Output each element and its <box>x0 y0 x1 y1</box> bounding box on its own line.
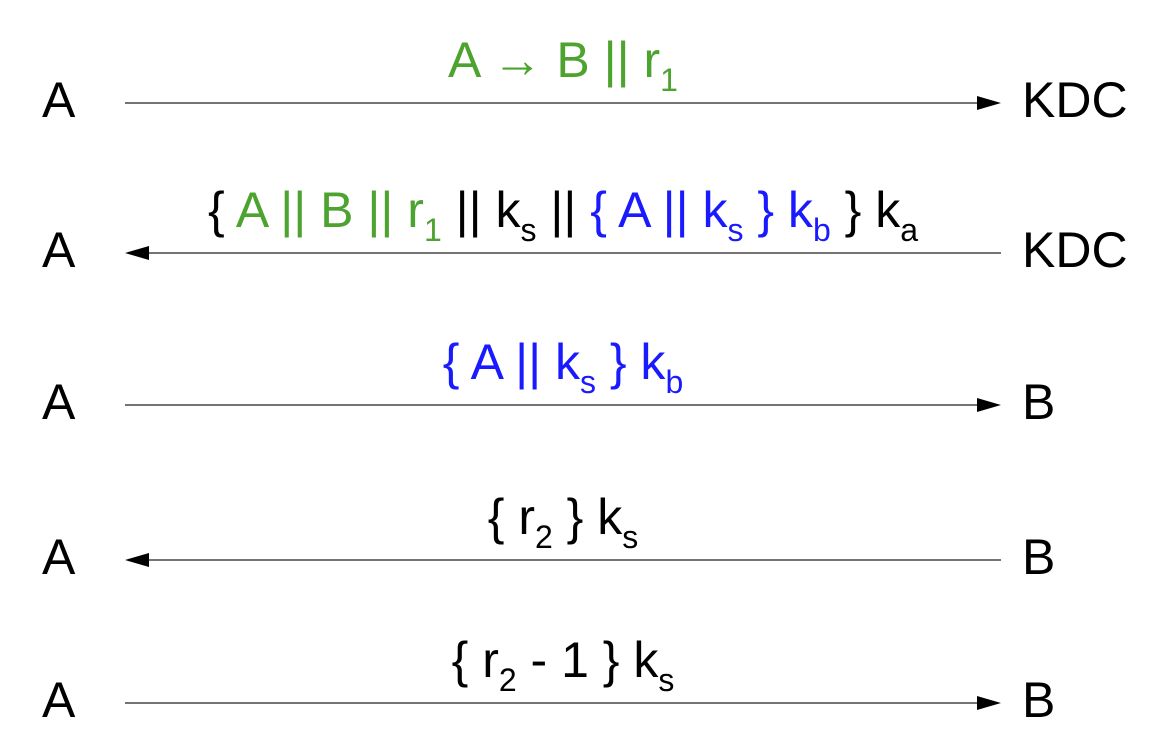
sender-label: A <box>42 222 76 278</box>
message-segment: A || B || r1 <box>235 182 442 246</box>
arrow-right <box>125 96 1001 110</box>
message-segment: { A || ks <box>590 182 743 246</box>
message-segment: } kb <box>595 334 683 398</box>
receiver-label: B <box>1022 529 1056 585</box>
segment-text: A || B || r <box>235 182 424 238</box>
arrow-left <box>125 553 1001 567</box>
message-label: { r2 } ks <box>125 489 1001 553</box>
subscript: s <box>520 212 537 248</box>
subscript: 2 <box>534 519 553 555</box>
subscript: 1 <box>660 62 678 98</box>
subscript: s <box>658 662 675 698</box>
arrow-left <box>125 246 1001 260</box>
segment-text: || k <box>441 182 521 238</box>
segment-text: || <box>536 182 591 238</box>
sender-label: A <box>42 529 76 585</box>
message-segment: { r2 <box>451 632 517 696</box>
segment-text: { r <box>451 632 499 688</box>
subscript: 1 <box>423 212 442 248</box>
message-segment: { A || ks <box>442 334 596 398</box>
segment-text: { r <box>487 489 535 545</box>
message-segment: A → B || r1 <box>448 32 678 96</box>
message-segment: - 1 } ks <box>516 632 675 696</box>
arrowhead-icon <box>125 553 149 567</box>
message-label: { A || ks } kb <box>125 334 1001 398</box>
arrowhead-icon <box>977 398 1001 412</box>
segment-text: - 1 } k <box>516 632 659 688</box>
message-segment: } ka <box>830 182 918 246</box>
subscript: a <box>900 212 919 248</box>
segment-text: { A || k <box>442 334 580 390</box>
subscript: s <box>727 212 744 248</box>
subscript: b <box>812 212 831 248</box>
subscript: s <box>579 364 596 400</box>
subscript: s <box>622 519 639 555</box>
segment-text: } k <box>830 182 901 238</box>
message-label: { r2 - 1 } ks <box>125 632 1001 696</box>
message-label: { A || B || r1 || ks || { A || ks } kb }… <box>125 182 1001 246</box>
segment-text: A → B || r <box>448 32 661 88</box>
sender-label: A <box>42 672 76 728</box>
message-segment: } ks <box>552 489 639 553</box>
subscript: b <box>665 364 684 400</box>
message-segment: || ks <box>441 182 537 246</box>
sender-label: A <box>42 72 76 128</box>
message-segment: } kb <box>743 182 830 246</box>
segment-text: } k <box>595 334 666 390</box>
arrowhead-icon <box>977 696 1001 710</box>
message-segment: { r2 <box>487 489 553 553</box>
subscript: 2 <box>498 662 517 698</box>
sender-label: A <box>42 374 76 430</box>
arrow-right <box>125 398 1001 412</box>
arrow-right <box>125 696 1001 710</box>
segment-text: } k <box>552 489 623 545</box>
receiver-label: KDC <box>1022 222 1128 278</box>
message-segment: { <box>208 182 236 238</box>
receiver-label: B <box>1022 374 1056 430</box>
arrowhead-icon <box>977 96 1001 110</box>
receiver-label: KDC <box>1022 72 1128 128</box>
message-label: A → B || r1 <box>125 32 1001 96</box>
segment-text: { <box>207 182 236 238</box>
arrowhead-icon <box>125 246 149 260</box>
segment-text: { A || k <box>590 182 728 238</box>
segment-text: } k <box>743 182 813 238</box>
message-segment: || <box>537 182 591 238</box>
receiver-label: B <box>1022 672 1056 728</box>
